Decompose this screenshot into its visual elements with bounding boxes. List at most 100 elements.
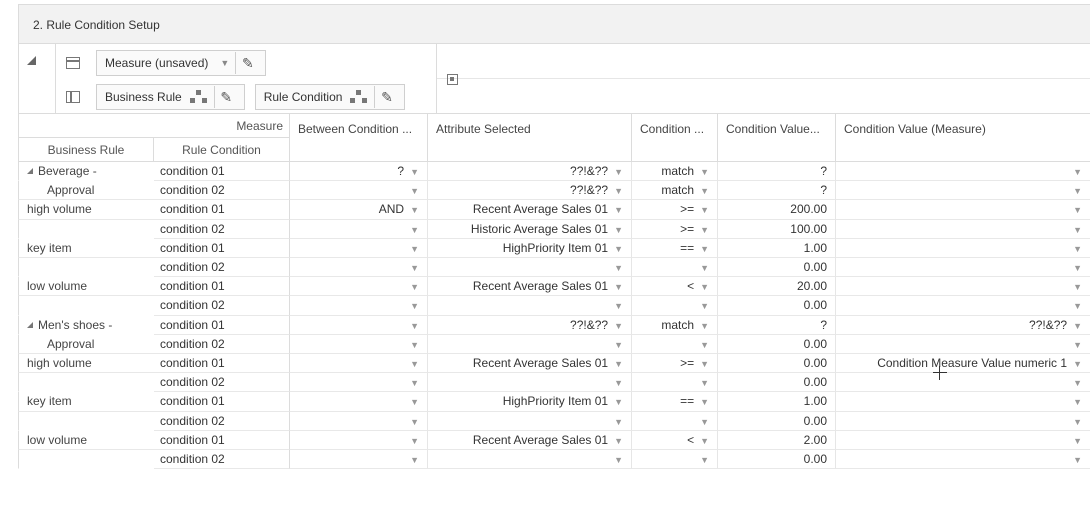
condition-value-cell[interactable]: 1.00	[718, 392, 836, 412]
condition-value-cell[interactable]: ?	[718, 181, 836, 201]
attribute-selected-cell[interactable]: Recent Average Sales 01 ▼	[428, 277, 632, 297]
chevron-down-icon[interactable]: ▼	[700, 451, 709, 468]
chevron-down-icon[interactable]: ▼	[410, 451, 419, 468]
chevron-down-icon[interactable]: ▼	[700, 336, 709, 353]
business-rule-cell[interactable]: key item	[18, 238, 154, 258]
chevron-down-icon[interactable]: ▼	[700, 297, 709, 314]
chevron-down-icon[interactable]: ▼	[410, 336, 419, 353]
chevron-down-icon[interactable]: ▼	[614, 393, 623, 410]
rule-condition-cell[interactable]: condition 02	[154, 296, 290, 316]
rule-condition-header[interactable]: Rule Condition	[154, 138, 290, 162]
condition-value-measure-cell[interactable]: ▼	[836, 431, 1090, 450]
chevron-down-icon[interactable]: ▼	[410, 259, 419, 276]
between-condition-cell[interactable]: ▼	[290, 450, 428, 470]
hierarchy-icon[interactable]	[189, 90, 208, 104]
chevron-down-icon[interactable]: ▼	[410, 355, 419, 372]
chevron-down-icon[interactable]: ▼	[700, 163, 709, 180]
between-condition-cell[interactable]: ▼	[290, 238, 428, 258]
chevron-down-icon[interactable]: ▼	[1073, 374, 1082, 391]
chevron-down-icon[interactable]: ▼	[614, 278, 623, 295]
condition-operator-cell[interactable]: match ▼	[632, 162, 718, 182]
business-rule-cell[interactable]: high volume	[18, 200, 154, 220]
business-rule-cell[interactable]: low volume	[18, 277, 154, 297]
business-rule-header[interactable]: Business Rule	[18, 138, 154, 162]
rule-condition-cell[interactable]: condition 02	[154, 334, 290, 354]
condition-value-measure-cell[interactable]: ▼	[836, 296, 1090, 316]
condition-value-cell[interactable]: 0.00	[718, 450, 836, 470]
chevron-down-icon[interactable]: ▼	[614, 259, 623, 276]
business-rule-cell[interactable]	[18, 411, 154, 431]
rule-condition-cell[interactable]: condition 01	[154, 315, 290, 335]
condition-value-measure-cell[interactable]: Condition Measure Value numeric 1 ▼	[836, 354, 1090, 374]
business-rule-cell[interactable]	[18, 450, 154, 470]
chevron-down-icon[interactable]: ▼	[1073, 393, 1082, 410]
chevron-down-icon[interactable]: ▼	[1073, 336, 1082, 353]
business-rule-cell[interactable]	[18, 296, 154, 316]
between-condition-cell[interactable]: ▼	[290, 373, 428, 393]
rule-condition-cell[interactable]: condition 01	[154, 200, 290, 220]
condition-value-measure-cell[interactable]: ▼	[836, 412, 1090, 431]
chevron-down-icon[interactable]: ▼	[1073, 317, 1082, 334]
condition-value-measure-cell[interactable]: ▼	[836, 181, 1090, 201]
business-rule-cell[interactable]: Men's shoes -	[18, 315, 154, 335]
chevron-down-icon[interactable]: ▼	[1073, 278, 1082, 295]
chevron-down-icon[interactable]: ▼	[410, 278, 419, 295]
condition-value-measure-cell[interactable]: ▼	[836, 258, 1090, 278]
col-header-condition-value[interactable]: Condition Value...	[718, 114, 836, 162]
between-condition-cell[interactable]: ▼	[290, 258, 428, 278]
filter-icon[interactable]	[447, 74, 458, 85]
condition-operator-cell[interactable]: == ▼	[632, 392, 718, 412]
chevron-down-icon[interactable]: ▼	[700, 393, 709, 410]
col-header-condition-value-measure[interactable]: Condition Value (Measure)	[836, 114, 1090, 162]
condition-value-measure-cell[interactable]: ▼	[836, 239, 1090, 258]
business-rule-cell[interactable]	[18, 258, 154, 278]
col-header-attribute-selected[interactable]: Attribute Selected	[428, 114, 632, 162]
condition-value-measure-cell[interactable]: ??!&?? ▼	[836, 316, 1090, 335]
chevron-down-icon[interactable]: ▼	[1073, 355, 1082, 372]
chevron-down-icon[interactable]: ▼	[700, 201, 709, 218]
chevron-down-icon[interactable]: ▼	[410, 432, 419, 449]
collapse-triangle-icon[interactable]	[27, 56, 36, 65]
chevron-down-icon[interactable]: ▼	[614, 297, 623, 314]
chevron-down-icon[interactable]: ▼	[410, 201, 419, 218]
attribute-selected-cell[interactable]: ??!&?? ▼	[428, 315, 632, 335]
attribute-selected-cell[interactable]: Recent Average Sales 01 ▼	[428, 200, 632, 220]
rule-condition-chip[interactable]: Rule Condition ✎	[254, 84, 406, 110]
condition-value-measure-cell[interactable]: ▼	[836, 373, 1090, 393]
business-rule-cell[interactable]	[18, 373, 154, 393]
condition-operator-cell[interactable]: == ▼	[632, 238, 718, 258]
attribute-selected-cell[interactable]: ▼	[428, 373, 632, 393]
chevron-down-icon[interactable]: ▼	[614, 163, 623, 180]
rule-condition-cell[interactable]: condition 01	[154, 238, 290, 258]
between-condition-cell[interactable]: ▼	[290, 219, 428, 239]
chevron-down-icon[interactable]: ▼	[614, 317, 623, 334]
condition-operator-cell[interactable]: >= ▼	[632, 354, 718, 374]
business-rule-cell[interactable]	[18, 219, 154, 239]
chevron-down-icon[interactable]: ▼	[614, 221, 623, 238]
rule-condition-cell[interactable]: condition 01	[154, 277, 290, 297]
condition-operator-cell[interactable]: ▼	[632, 411, 718, 431]
condition-value-measure-cell[interactable]: ▼	[836, 162, 1090, 182]
attribute-selected-cell[interactable]: Recent Average Sales 01 ▼	[428, 430, 632, 450]
chevron-down-icon[interactable]: ▼	[614, 374, 623, 391]
between-condition-cell[interactable]: AND ▼	[290, 200, 428, 220]
business-rule-cell[interactable]: key item	[18, 392, 154, 412]
rule-condition-cell[interactable]: condition 02	[154, 450, 290, 470]
chevron-down-icon[interactable]: ▼	[1073, 413, 1082, 430]
condition-value-measure-cell[interactable]: ▼	[836, 220, 1090, 239]
condition-operator-cell[interactable]: ▼	[632, 258, 718, 278]
expand-triangle-icon[interactable]	[27, 321, 33, 328]
condition-operator-cell[interactable]: match ▼	[632, 181, 718, 201]
chevron-down-icon[interactable]: ▼	[410, 182, 419, 199]
condition-value-cell[interactable]: ?	[718, 162, 836, 182]
chevron-down-icon[interactable]: ▼	[410, 374, 419, 391]
condition-value-measure-cell[interactable]: ▼	[836, 450, 1090, 470]
chevron-down-icon[interactable]: ▼	[1073, 259, 1082, 276]
between-condition-cell[interactable]: ▼	[290, 181, 428, 201]
chevron-down-icon[interactable]: ▼	[614, 240, 623, 257]
condition-operator-cell[interactable]: ▼	[632, 296, 718, 316]
condition-operator-cell[interactable]: ▼	[632, 334, 718, 354]
chevron-down-icon[interactable]: ▼	[614, 336, 623, 353]
chevron-down-icon[interactable]: ▼	[1073, 163, 1082, 180]
between-condition-cell[interactable]: ▼	[290, 277, 428, 297]
